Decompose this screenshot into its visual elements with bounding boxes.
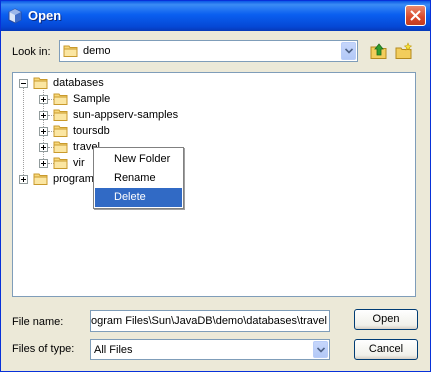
files-of-type-value: All Files	[94, 344, 133, 356]
menu-item-delete[interactable]: Delete	[95, 188, 182, 207]
close-button[interactable]	[405, 5, 426, 26]
open-dialog: Open Look in: demo databases Sample sun-…	[0, 0, 431, 372]
collapse-toggle[interactable]	[19, 79, 28, 88]
expand-toggle[interactable]	[19, 175, 28, 184]
tree-item-label: sun-appserv-samples	[73, 109, 179, 121]
expand-toggle[interactable]	[39, 143, 48, 152]
folder-icon	[33, 173, 48, 185]
cancel-button[interactable]: Cancel	[354, 339, 418, 360]
look-in-value: demo	[83, 45, 111, 57]
window-title: Open	[28, 8, 62, 23]
new-folder-icon[interactable]	[395, 42, 413, 60]
folder-tree[interactable]: databases Sample sun-appserv-samples tou…	[12, 72, 416, 297]
context-menu: New Folder Rename Delete	[93, 147, 184, 209]
look-in-dropdown-button[interactable]	[341, 42, 356, 60]
expand-toggle[interactable]	[39, 159, 48, 168]
chevron-down-icon	[345, 48, 353, 54]
files-of-type-dropdown-button[interactable]	[313, 341, 328, 358]
open-button[interactable]: Open	[354, 309, 418, 330]
tree-item-label: toursdb	[73, 125, 110, 137]
folder-icon	[53, 125, 68, 137]
chevron-down-icon	[317, 347, 325, 353]
folder-icon	[53, 157, 68, 169]
menu-item-label: Delete	[114, 191, 146, 203]
menu-item-rename[interactable]: Rename	[95, 169, 182, 188]
tree-item-label: Sample	[73, 93, 111, 105]
java-cup-icon	[8, 8, 22, 24]
file-name-value: ogram Files\Sun\JavaDB\demo\databases\tr…	[90, 315, 327, 327]
menu-item-new-folder[interactable]: New Folder	[95, 150, 182, 169]
title-bar[interactable]: Open	[1, 1, 430, 31]
folder-icon	[53, 93, 68, 105]
expand-toggle[interactable]	[39, 111, 48, 120]
menu-item-label: New Folder	[114, 153, 171, 165]
close-icon	[410, 10, 421, 21]
file-name-label: File name:	[12, 316, 64, 328]
folder-icon	[53, 141, 68, 153]
file-name-input[interactable]: ogram Files\Sun\JavaDB\demo\databases\tr…	[90, 310, 330, 332]
tree-item-label: program	[53, 173, 94, 185]
folder-icon	[33, 77, 48, 89]
files-of-type-label: Files of type:	[12, 343, 75, 355]
tree-item-label: vir	[73, 157, 85, 169]
folder-icon	[53, 109, 68, 121]
tree-item-label: databases	[53, 77, 104, 89]
files-of-type-combo[interactable]: All Files	[90, 339, 330, 360]
look-in-combo[interactable]: demo	[59, 40, 358, 62]
menu-item-label: Rename	[114, 172, 156, 184]
up-folder-icon[interactable]	[370, 42, 388, 60]
expand-toggle[interactable]	[39, 127, 48, 136]
expand-toggle[interactable]	[39, 95, 48, 104]
folder-icon	[63, 45, 78, 57]
look-in-label: Look in:	[12, 46, 51, 58]
